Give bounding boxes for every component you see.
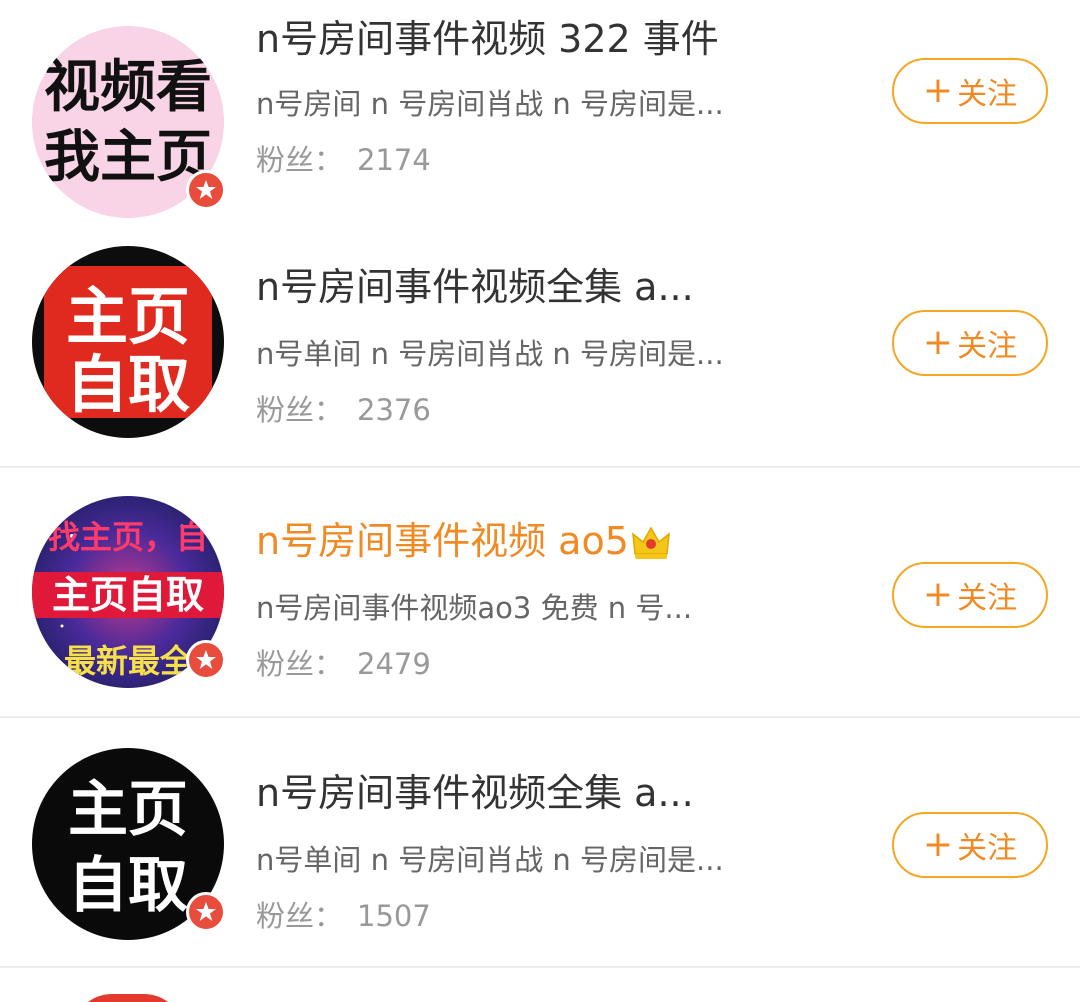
next-avatar-partial[interactable] bbox=[72, 994, 184, 1002]
follow-label: 关注 bbox=[957, 831, 1018, 866]
user-description: n号房间事件视频ao3 免费 n 号... bbox=[256, 591, 693, 625]
avatar[interactable]: 主页 自取 bbox=[32, 748, 226, 940]
crown-icon bbox=[631, 520, 671, 574]
avatar-text: 最新最全 bbox=[64, 642, 193, 680]
fans-info: 粉丝： 1507 bbox=[256, 894, 431, 938]
plus-icon: + bbox=[922, 70, 954, 111]
fans-label: 粉丝： bbox=[256, 143, 344, 177]
user-list: 视频看 我主页 n号房间事件视频 322 事件 n号房间 n 号房间肖战 n 号… bbox=[0, 0, 1080, 1002]
avatar-text: 主页自取 bbox=[52, 573, 204, 617]
verified-badge-icon bbox=[186, 170, 226, 210]
user-name[interactable]: n号房间事件视频 322 事件 bbox=[256, 12, 719, 66]
avatar-text: 主页 bbox=[66, 280, 190, 353]
user-row[interactable]: 主页 自取 n号房间事件视频全集 a... n号单间 n 号房间肖战 n 号房间… bbox=[0, 718, 1080, 968]
avatar[interactable]: 主页 自取 bbox=[32, 246, 224, 438]
plus-icon: + bbox=[922, 574, 954, 615]
fans-label: 粉丝： bbox=[256, 393, 344, 427]
follow-button[interactable]: + 关注 bbox=[892, 812, 1048, 878]
follow-label: 关注 bbox=[957, 77, 1018, 112]
avatar-text: 主页 bbox=[68, 775, 188, 845]
plus-icon: + bbox=[922, 824, 954, 865]
fans-info: 粉丝： 2479 bbox=[256, 642, 431, 686]
user-row[interactable]: 找主页，自 主页自取 最新最全 n号房间事件视频 ao5 n号房间事件视频ao3… bbox=[0, 468, 1080, 718]
avatar[interactable]: 找主页，自 主页自取 最新最全 bbox=[32, 496, 226, 688]
avatar-text: 视频看 bbox=[44, 55, 212, 120]
follow-label: 关注 bbox=[957, 581, 1018, 616]
user-row[interactable]: 主页 自取 n号房间事件视频全集 a... n号单间 n 号房间肖战 n 号房间… bbox=[0, 218, 1080, 468]
avatar-text: 我主页 bbox=[44, 125, 212, 190]
avatar-image: 主页 自取 bbox=[32, 246, 224, 438]
user-description: n号房间 n 号房间肖战 n 号房间是... bbox=[256, 87, 724, 121]
follow-label: 关注 bbox=[957, 329, 1018, 364]
follow-button[interactable]: + 关注 bbox=[892, 562, 1048, 628]
user-name[interactable]: n号房间事件视频 ao5 bbox=[256, 514, 671, 574]
user-name[interactable]: n号房间事件视频全集 a... bbox=[256, 766, 694, 820]
avatar-text: 自取 bbox=[66, 348, 190, 421]
fans-label: 粉丝： bbox=[256, 899, 344, 933]
user-description: n号单间 n 号房间肖战 n 号房间是... bbox=[256, 843, 724, 877]
follow-button[interactable]: + 关注 bbox=[892, 310, 1048, 376]
fans-count: 2479 bbox=[357, 647, 431, 681]
user-name-text: n号房间事件视频 ao5 bbox=[256, 519, 629, 563]
verified-badge-icon bbox=[186, 640, 226, 680]
fans-count: 1507 bbox=[357, 899, 431, 933]
avatar-text: 自取 bbox=[68, 851, 188, 921]
fans-info: 粉丝： 2376 bbox=[256, 388, 431, 432]
fans-label: 粉丝： bbox=[256, 647, 344, 681]
follow-button[interactable]: + 关注 bbox=[892, 58, 1048, 124]
user-name[interactable]: n号房间事件视频全集 a... bbox=[256, 260, 694, 314]
plus-icon: + bbox=[922, 322, 954, 363]
avatar[interactable]: 视频看 我主页 bbox=[32, 26, 226, 218]
avatar-text: 找主页，自 bbox=[48, 518, 208, 556]
fans-count: 2174 bbox=[357, 143, 431, 177]
user-row[interactable]: 视频看 我主页 n号房间事件视频 322 事件 n号房间 n 号房间肖战 n 号… bbox=[0, 0, 1080, 248]
divider bbox=[0, 966, 1080, 968]
fans-info: 粉丝： 2174 bbox=[256, 138, 431, 182]
user-description: n号单间 n 号房间肖战 n 号房间是... bbox=[256, 337, 724, 371]
fans-count: 2376 bbox=[357, 393, 431, 427]
verified-badge-icon bbox=[186, 892, 226, 932]
